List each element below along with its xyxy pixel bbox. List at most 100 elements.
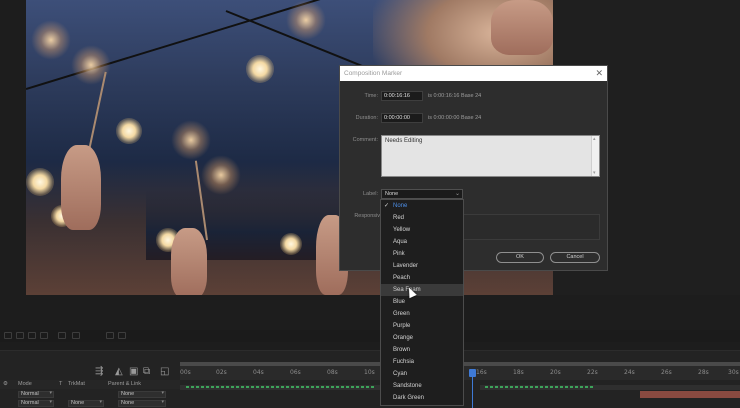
label-option-text: Red [393,215,405,221]
cancel-button[interactable]: Cancel [550,252,600,263]
ruler-tick: 16s [476,369,487,376]
time-label: Time: [364,93,378,99]
color-icon[interactable] [58,332,66,339]
ruler-tick: 10s [364,369,375,376]
show-snapshot-icon[interactable] [118,332,126,339]
switches-icon[interactable]: ⚙ [3,381,8,387]
label-option-text: Pink [393,251,405,257]
label-label: Label: [363,191,378,197]
label-option-text: Lavender [393,263,419,269]
label-option[interactable]: Lavender [381,260,463,272]
viewer-toolbar [0,330,740,342]
label-option[interactable]: Sea Foam [381,284,463,296]
label-option-text: Cyan [393,371,408,377]
label-option[interactable]: Orange [381,332,463,344]
label-option-text: Purple [393,323,411,329]
after-effects-window: ⇶ ◭ ▣ ⧉ ◱ 00s 02s 04s 06s 08s 10s 16s 18… [0,0,740,408]
label-option-text: None [393,203,408,209]
parent-column-header[interactable]: Parent & Link [108,381,141,387]
sparkler-spark [171,120,211,160]
parent-dropdown[interactable]: None [118,400,166,407]
label-option[interactable]: Red [381,212,463,224]
ruler-tick: 20s [550,369,561,376]
ruler-tick: 24s [624,369,635,376]
ruler-tick: 18s [513,369,524,376]
label-option[interactable]: Sandstone [381,380,463,392]
cache-bar [485,386,595,388]
layer-row[interactable]: Normal None None [0,399,180,408]
label-option-text: Brown [393,347,411,353]
dialog-title: Composition Marker ✕ [340,66,607,81]
ruler-tick: 22s [587,369,598,376]
label-option[interactable]: Green [381,308,463,320]
t-column-header[interactable]: T [59,381,62,387]
dialog-title-text: Composition Marker [344,70,403,77]
checkmark-icon: ✓ [384,203,390,209]
grid-icon[interactable] [16,332,24,339]
label-option[interactable]: ✓ None [381,200,463,212]
duration-info: is 0:00:00:00 Base 24 [428,115,482,121]
label-option-text: Dark Green [393,395,425,401]
light-bulb [116,118,142,144]
label-select[interactable]: None ⌄ [381,189,463,199]
label-option-text: Aqua [393,239,408,245]
ruler-tick: 08s [327,369,338,376]
label-option[interactable]: Cyan [381,368,463,380]
sparkler-spark [201,155,241,195]
label-option[interactable]: Peach [381,272,463,284]
snapshot-icon[interactable] [106,332,114,339]
label-select-value: None [385,191,399,197]
layer-duration-bar[interactable] [640,391,740,398]
label-option[interactable]: Blue [381,296,463,308]
trkmat-column-header[interactable]: TrkMat [68,381,85,387]
label-option[interactable]: Fuchsia [381,356,463,368]
close-icon[interactable]: ✕ [595,68,603,78]
comment-scrollbar[interactable]: ▴ ▾ [591,136,599,176]
label-option[interactable]: Yellow [381,224,463,236]
hand [491,0,553,55]
trkmat-dropdown[interactable]: None [68,400,104,407]
label-option-text: Fuchsia [393,359,415,365]
frame-blending-icon[interactable]: ⧉ [143,366,150,377]
current-time-indicator[interactable] [472,369,473,408]
comp-flowchart-icon[interactable]: ⇶ [95,366,103,377]
graph-editor-icon[interactable]: ◱ [160,366,169,377]
label-option-text: Peach [393,275,411,281]
label-option[interactable]: Dark Green [381,392,463,404]
mode-dropdown[interactable]: Normal [18,391,54,398]
comment-textarea[interactable]: Needs Editing ▴ ▾ [381,135,600,177]
label-option-text: Green [393,311,410,317]
sparkler-spark [286,0,326,40]
parent-dropdown[interactable]: None [118,391,166,398]
ruler-tick: 02s [216,369,227,376]
ruler-tick: 26s [661,369,672,376]
layer-column-header: ⚙ Mode T TrkMat Parent & Link [0,380,180,389]
label-option[interactable]: Pink [381,248,463,260]
chevron-down-icon: ⌄ [454,191,460,197]
label-option[interactable]: Brown [381,344,463,356]
comment-text: Needs Editing [385,138,423,144]
hand [61,145,101,230]
ruler-tick: 30s [728,369,739,376]
mode-dropdown[interactable]: Normal [18,400,54,407]
mask-icon[interactable] [28,332,36,339]
draft-3d-icon[interactable]: ◭ [115,366,123,377]
light-bulb [280,233,302,255]
mode-column-header[interactable]: Mode [18,381,32,387]
comment-label: Comment: [352,137,378,143]
duration-label: Duration: [355,115,378,121]
label-option[interactable]: Purple [381,320,463,332]
time-field[interactable]: 0:00:16:16 [381,91,423,101]
scroll-up-icon[interactable]: ▴ [593,136,596,142]
light-bulb [246,55,274,83]
scroll-down-icon[interactable]: ▾ [593,170,596,176]
duration-field[interactable]: 0:00:00:00 [381,113,423,123]
shy-layers-icon[interactable]: ▣ [129,366,138,377]
label-option-text: Sandstone [393,383,422,389]
label-option[interactable]: Aqua [381,236,463,248]
channel-icon[interactable] [40,332,48,339]
ok-button[interactable]: OK [496,252,544,263]
exposure-icon[interactable] [72,332,80,339]
layer-row[interactable]: Normal None [0,390,180,399]
region-icon[interactable] [4,332,12,339]
